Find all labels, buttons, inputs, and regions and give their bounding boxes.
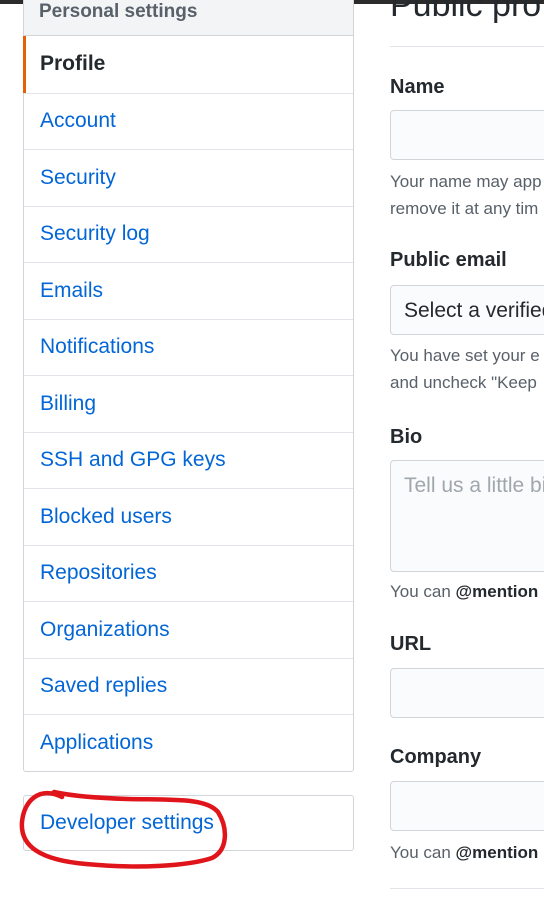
sidebar-item-organizations[interactable]: Organizations	[24, 601, 353, 658]
bio-label: Bio	[390, 426, 423, 448]
bio-note-mention: @mention	[455, 582, 539, 601]
public-email-selected-value: Select a verified	[404, 299, 544, 322]
sidebar-item-applications[interactable]: Applications	[24, 714, 353, 771]
sidebar-item-developer-settings[interactable]: Developer settings	[24, 796, 353, 850]
developer-settings-menu: Developer settings	[23, 795, 354, 851]
sidebar-item-profile[interactable]: Profile	[23, 36, 353, 93]
name-input[interactable]	[390, 110, 544, 160]
name-note-line2: remove it at any tim	[390, 199, 539, 218]
bio-note: You can @mention	[390, 578, 544, 605]
sidebar-item-blocked-users[interactable]: Blocked users	[24, 488, 353, 545]
sidebar-item-security-log[interactable]: Security log	[24, 205, 353, 263]
sidebar-item-billing[interactable]: Billing	[24, 375, 353, 432]
url-input[interactable]	[390, 668, 544, 718]
url-label: URL	[390, 633, 432, 655]
sidebar-item-repositories[interactable]: Repositories	[24, 544, 353, 602]
bio-textarea[interactable]: Tell us a little bi	[390, 460, 544, 572]
sidebar-heading: Personal settings	[24, 0, 353, 36]
company-note-prefix: You can	[390, 843, 456, 862]
company-input[interactable]	[390, 781, 544, 831]
public-email-select[interactable]: Select a verified	[390, 285, 544, 335]
public-profile-form: Public pro Name Your name may app remove…	[390, 0, 544, 904]
form-bottom-divider	[390, 888, 544, 889]
sidebar-item-emails[interactable]: Emails	[24, 262, 353, 319]
public-email-note-line2: and uncheck "Keep	[390, 373, 537, 392]
settings-sidebar: Personal settings Profile Account Securi…	[23, 0, 354, 772]
name-label: Name	[390, 76, 445, 98]
page-title: Public pro	[390, 0, 542, 24]
title-divider	[390, 46, 544, 47]
company-note: You can @mention	[390, 839, 544, 866]
bio-placeholder: Tell us a little bi	[404, 474, 544, 497]
sidebar-item-security[interactable]: Security	[24, 149, 353, 206]
sidebar-item-account[interactable]: Account	[24, 92, 353, 150]
company-label: Company	[390, 746, 482, 768]
name-note-line1: Your name may app	[390, 172, 542, 191]
public-email-note-line1: You have set your e	[390, 346, 540, 365]
sidebar-item-saved-replies[interactable]: Saved replies	[24, 657, 353, 715]
public-email-label: Public email	[390, 249, 507, 271]
bio-note-prefix: You can	[390, 582, 456, 601]
sidebar-item-ssh-gpg-keys[interactable]: SSH and GPG keys	[24, 431, 353, 489]
company-note-mention: @mention	[455, 843, 539, 862]
sidebar-item-notifications[interactable]: Notifications	[24, 318, 353, 376]
